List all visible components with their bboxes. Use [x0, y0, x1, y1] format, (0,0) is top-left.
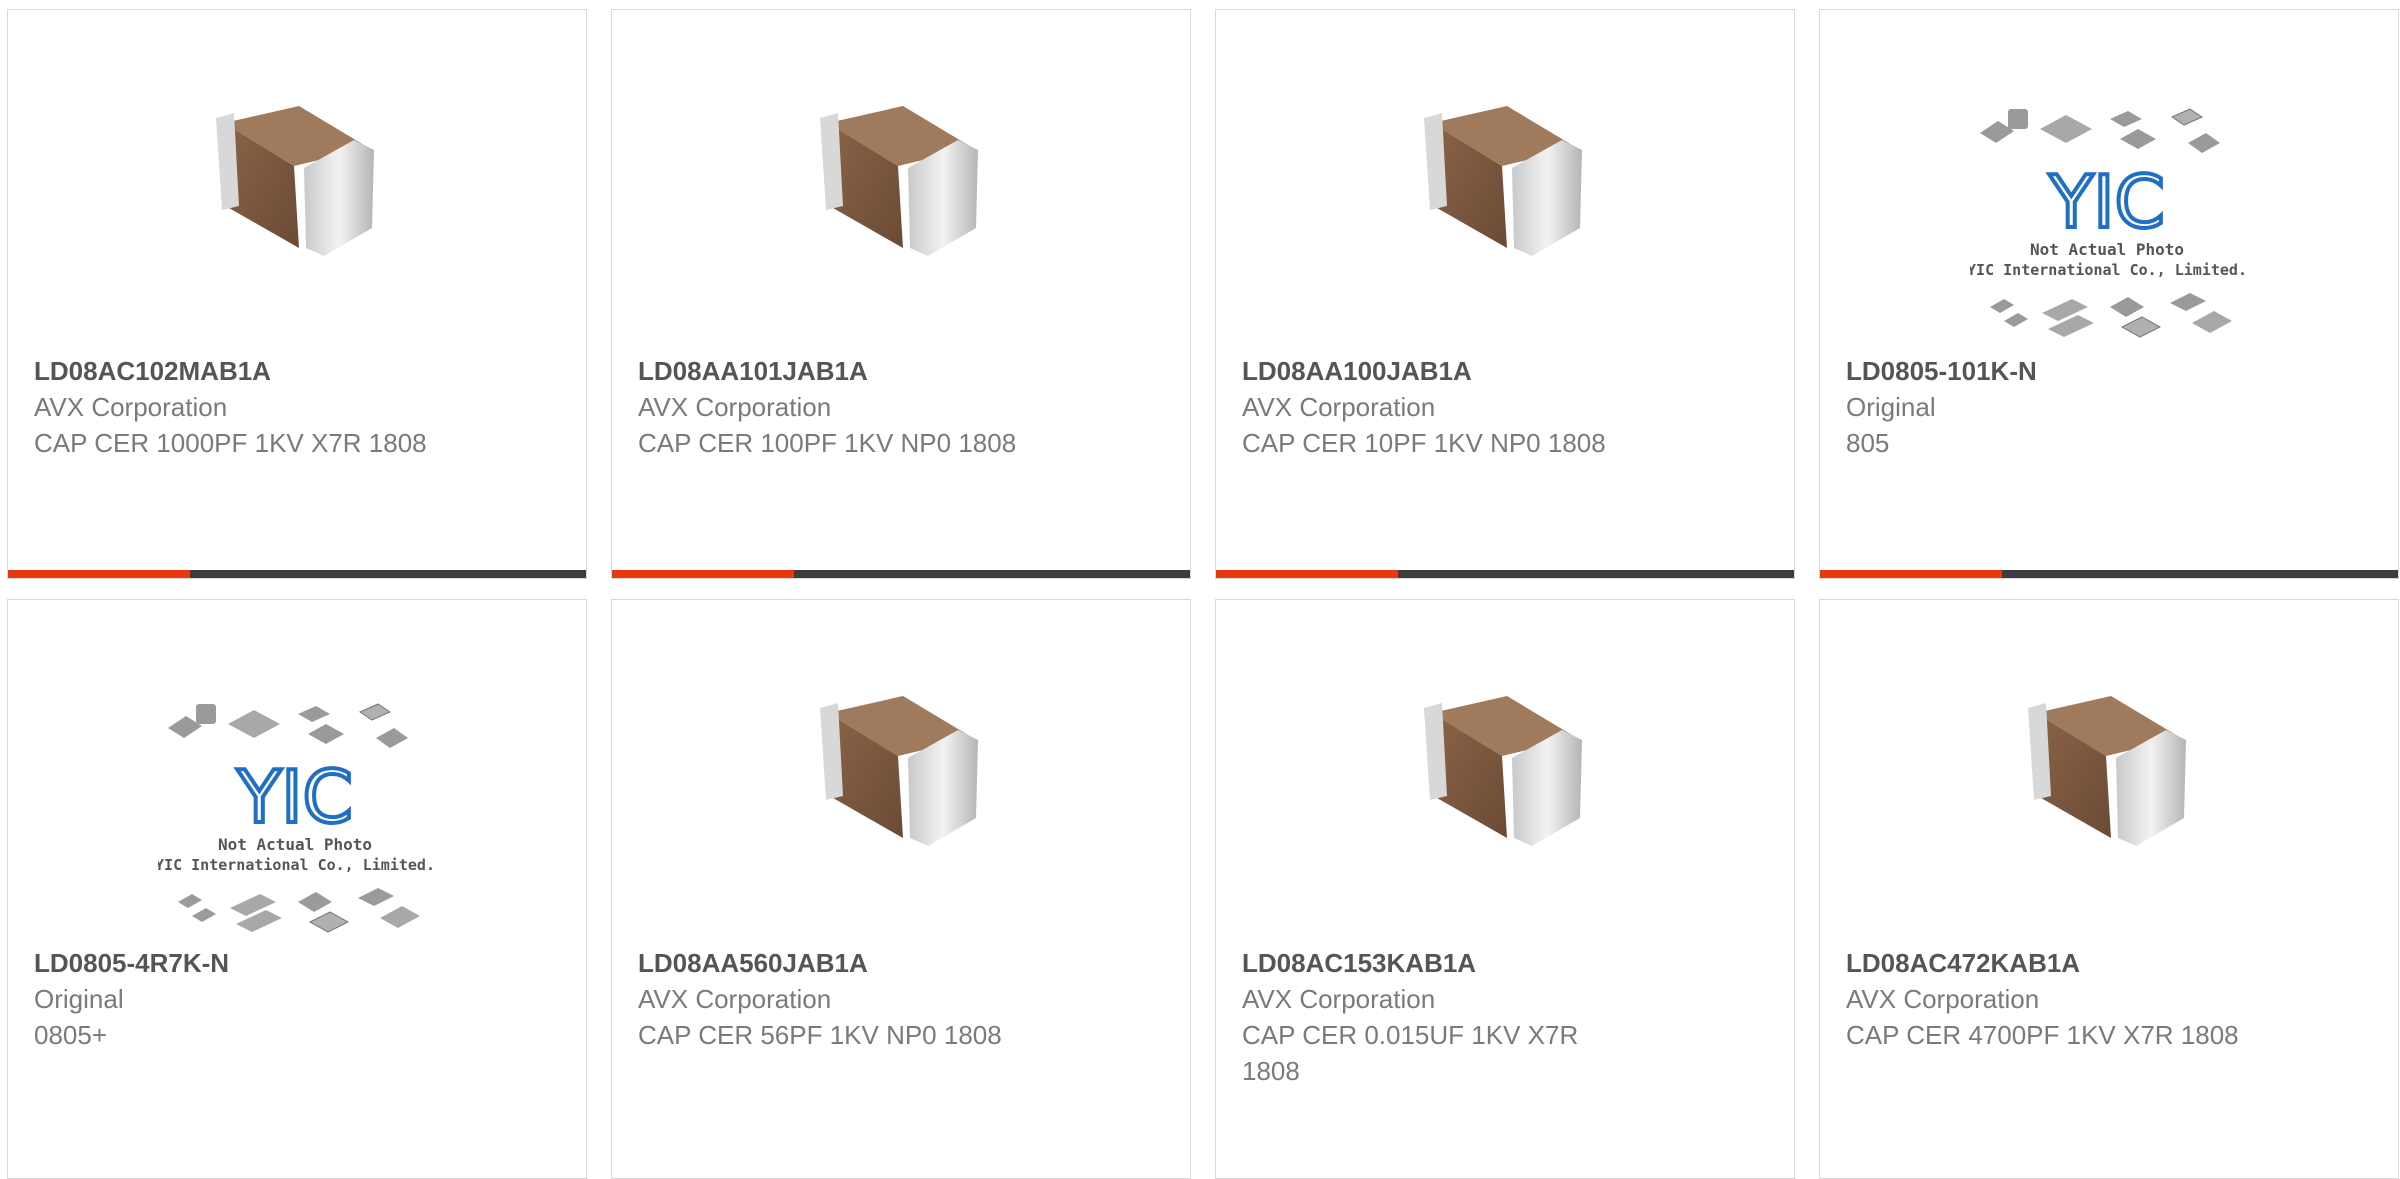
svg-text:YIC International Co., Limited: YIC International Co., Limited. — [1970, 261, 2245, 279]
yic-logo: YIC — [236, 755, 353, 839]
ceramic-capacitor-icon — [1424, 696, 1582, 846]
product-info: LD0805-4R7K-N Original 0805+ — [34, 945, 474, 1053]
card-accent-bar — [1820, 570, 2398, 578]
product-image-placeholder[interactable]: YIC Not Actual Photo YIC International C… — [1967, 95, 2247, 345]
product-card[interactable]: YIC Not Actual Photo YIC International C… — [1819, 9, 2399, 579]
product-card[interactable]: LD08AC153KAB1A AVX Corporation CAP CER 0… — [1215, 599, 1795, 1179]
svg-text:Not Actual Photo: Not Actual Photo — [2030, 240, 2184, 259]
product-description: CAP CER 100PF 1KV NP0 1808 — [638, 428, 1017, 458]
card-accent-bar — [612, 570, 1190, 578]
not-actual-photo-icon: YIC Not Actual Photo YIC International C… — [155, 703, 435, 933]
product-info: LD08AA560JAB1A AVX Corporation CAP CER 5… — [638, 945, 1078, 1053]
product-description: CAP CER 4700PF 1KV X7R 1808 — [1846, 1020, 2239, 1050]
manufacturer: AVX Corporation — [1846, 984, 2040, 1014]
not-actual-photo-icon: YIC Not Actual Photo YIC International C… — [1967, 108, 2247, 338]
product-description: CAP CER 56PF 1KV NP0 1808 — [638, 1020, 1002, 1050]
product-info: LD08AC153KAB1A AVX Corporation CAP CER 0… — [1242, 945, 1682, 1089]
manufacturer: AVX Corporation — [638, 984, 832, 1014]
ceramic-capacitor-icon — [2028, 696, 2186, 846]
product-image[interactable] — [798, 668, 1000, 870]
card-accent-bar — [1216, 570, 1794, 578]
product-description: 0805+ — [34, 1020, 108, 1050]
product-grid: LD08AC102MAB1A AVX Corporation CAP CER 1… — [0, 0, 2400, 1179]
part-number[interactable]: LD08AA100JAB1A — [1242, 353, 1682, 389]
part-number[interactable]: LD08AC153KAB1A — [1242, 945, 1682, 981]
product-card[interactable]: LD08AA560JAB1A AVX Corporation CAP CER 5… — [611, 599, 1191, 1179]
card-accent-fill — [1216, 570, 1398, 578]
product-image[interactable] — [1402, 668, 1604, 870]
manufacturer: AVX Corporation — [1242, 984, 1436, 1014]
product-info: LD08AA101JAB1A AVX Corporation CAP CER 1… — [638, 353, 1078, 461]
product-description: CAP CER 0.015UF 1KV X7R 1808 — [1242, 1020, 1579, 1086]
product-image[interactable] — [798, 78, 1000, 280]
product-info: LD0805-101K-N Original 805 — [1846, 353, 2286, 461]
manufacturer: Original — [34, 984, 124, 1014]
part-number[interactable]: LD0805-4R7K-N — [34, 945, 474, 981]
product-image[interactable] — [2006, 668, 2208, 870]
product-description: CAP CER 1000PF 1KV X7R 1808 — [34, 428, 427, 458]
product-card[interactable]: YIC Not Actual Photo YIC International C… — [7, 599, 587, 1179]
product-image[interactable] — [1402, 78, 1604, 280]
product-description: CAP CER 10PF 1KV NP0 1808 — [1242, 428, 1606, 458]
svg-text:YIC International Co., Limited: YIC International Co., Limited. — [158, 856, 433, 874]
product-image[interactable] — [194, 78, 396, 280]
product-card[interactable]: LD08AC472KAB1A AVX Corporation CAP CER 4… — [1819, 599, 2399, 1179]
manufacturer: AVX Corporation — [34, 392, 228, 422]
manufacturer: Original — [1846, 392, 1936, 422]
card-accent-bar — [8, 570, 586, 578]
card-accent-fill — [8, 570, 190, 578]
ceramic-capacitor-icon — [820, 696, 978, 846]
product-image-placeholder[interactable]: YIC Not Actual Photo YIC International C… — [155, 690, 435, 940]
product-card[interactable]: LD08AC102MAB1A AVX Corporation CAP CER 1… — [7, 9, 587, 579]
product-info: LD08AA100JAB1A AVX Corporation CAP CER 1… — [1242, 353, 1682, 461]
ceramic-capacitor-icon — [216, 106, 374, 256]
ceramic-capacitor-icon — [1424, 106, 1582, 256]
svg-text:Not Actual Photo: Not Actual Photo — [218, 835, 372, 854]
card-accent-fill — [1820, 570, 2002, 578]
part-number[interactable]: LD0805-101K-N — [1846, 353, 2286, 389]
card-accent-fill — [612, 570, 794, 578]
part-number[interactable]: LD08AA560JAB1A — [638, 945, 1078, 981]
product-info: LD08AC472KAB1A AVX Corporation CAP CER 4… — [1846, 945, 2286, 1053]
manufacturer: AVX Corporation — [638, 392, 832, 422]
ceramic-capacitor-icon — [820, 106, 978, 256]
part-number[interactable]: LD08AC102MAB1A — [34, 353, 474, 389]
part-number[interactable]: LD08AA101JAB1A — [638, 353, 1078, 389]
product-card[interactable]: LD08AA101JAB1A AVX Corporation CAP CER 1… — [611, 9, 1191, 579]
product-description: 805 — [1846, 428, 1890, 458]
product-info: LD08AC102MAB1A AVX Corporation CAP CER 1… — [34, 353, 474, 461]
product-card[interactable]: LD08AA100JAB1A AVX Corporation CAP CER 1… — [1215, 9, 1795, 579]
manufacturer: AVX Corporation — [1242, 392, 1436, 422]
part-number[interactable]: LD08AC472KAB1A — [1846, 945, 2286, 981]
yic-logo: YIC — [2048, 160, 2165, 244]
